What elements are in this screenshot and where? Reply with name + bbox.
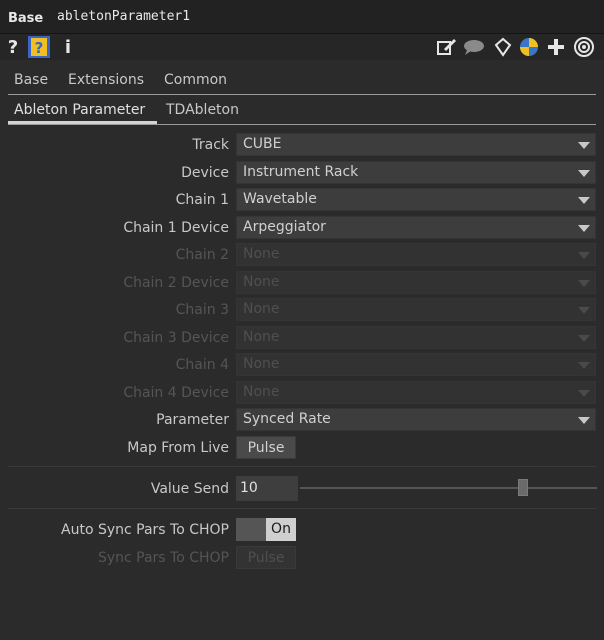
sync-pars-label: Sync Pars To CHOP	[97, 550, 229, 566]
menu-chain-4-device: None	[236, 381, 596, 404]
dropdown-arrow-icon	[578, 335, 590, 342]
info-icon[interactable]: i	[62, 36, 74, 58]
operator-type: Base	[8, 11, 44, 26]
menu-value: CUBE	[243, 136, 282, 152]
dropdown-arrow-icon	[578, 252, 590, 259]
value-send-slider-handle[interactable]	[517, 479, 528, 496]
dropdown-arrow-icon	[578, 390, 590, 397]
separator	[8, 508, 596, 509]
value-send-label: Value Send	[150, 481, 229, 497]
add-icon[interactable]	[546, 36, 566, 58]
title-bar: Base abletonParameter1	[0, 0, 604, 34]
operator-help-icon[interactable]: ?	[28, 36, 50, 58]
param-label-parameter: Parameter	[156, 412, 229, 428]
python-icon[interactable]	[518, 36, 540, 58]
target-icon[interactable]	[572, 36, 596, 58]
value-send-slider-track[interactable]	[300, 487, 597, 489]
tab-common[interactable]: Common	[164, 72, 227, 88]
menu-value: Wavetable	[243, 191, 317, 207]
param-label-device: Device	[181, 165, 229, 181]
dropdown-arrow-icon	[578, 362, 590, 369]
tab-base[interactable]: Base	[14, 72, 48, 88]
tab-ableton-parameter[interactable]: Ableton Parameter	[14, 102, 145, 118]
menu-value: None	[243, 301, 280, 317]
menu-track[interactable]: CUBE	[236, 133, 596, 156]
param-label-chain-1: Chain 1	[175, 192, 229, 208]
menu-chain-4: None	[236, 353, 596, 376]
help-icon[interactable]: ?	[6, 36, 20, 58]
svg-text:?: ?	[35, 39, 44, 57]
menu-value: None	[243, 384, 280, 400]
sync-pars-button: Pulse	[236, 546, 296, 569]
menu-chain-1-device[interactable]: Arpeggiator	[236, 216, 596, 239]
dropdown-arrow-icon	[578, 280, 590, 287]
menu-chain-3-device: None	[236, 326, 596, 349]
operator-name[interactable]: abletonParameter1	[57, 9, 190, 24]
menu-value: Instrument Rack	[243, 164, 359, 180]
toggle-on-segment: On	[266, 518, 296, 541]
comment-icon[interactable]	[462, 36, 486, 58]
page-tabs: Base Extensions Common	[0, 68, 604, 94]
menu-value: Arpeggiator	[243, 219, 326, 235]
tab-tdableton[interactable]: TDAbleton	[166, 102, 239, 118]
dropdown-arrow-icon	[578, 417, 590, 424]
menu-value: None	[243, 329, 280, 345]
toggle-off-segment	[236, 518, 266, 541]
param-label-track: Track	[192, 137, 229, 153]
separator	[8, 466, 596, 467]
tabs-divider	[8, 94, 596, 95]
menu-chain-2-device: None	[236, 271, 596, 294]
menu-value: None	[243, 274, 280, 290]
tab-extensions[interactable]: Extensions	[68, 72, 144, 88]
param-label-chain-4: Chain 4	[175, 357, 229, 373]
icon-bar: ? ? i	[0, 34, 604, 60]
auto-sync-label: Auto Sync Pars To CHOP	[61, 522, 229, 538]
dropdown-arrow-icon	[578, 307, 590, 314]
menu-parameter[interactable]: Synced Rate	[236, 408, 596, 431]
value-send-field[interactable]: 10	[236, 476, 298, 501]
menu-chain-2: None	[236, 243, 596, 266]
menu-chain-3: None	[236, 298, 596, 321]
menu-value: None	[243, 246, 280, 262]
menu-value: Synced Rate	[243, 411, 331, 427]
dropdown-arrow-icon	[578, 197, 590, 204]
menu-device[interactable]: Instrument Rack	[236, 161, 596, 184]
edit-icon[interactable]	[436, 36, 458, 58]
auto-sync-toggle[interactable]: On	[236, 518, 296, 541]
menu-chain-1[interactable]: Wavetable	[236, 188, 596, 211]
param-label-chain-2: Chain 2	[175, 247, 229, 263]
param-label-chain-3-device: Chain 3 Device	[123, 330, 229, 346]
menu-value: None	[243, 356, 280, 372]
dropdown-arrow-icon	[578, 170, 590, 177]
dropdown-arrow-icon	[578, 225, 590, 232]
param-label-chain-1-device: Chain 1 Device	[123, 220, 229, 236]
param-label-chain-2-device: Chain 2 Device	[123, 275, 229, 291]
param-label-chain-3: Chain 3	[175, 302, 229, 318]
map-from-live-label: Map From Live	[127, 440, 229, 456]
param-label-chain-4-device: Chain 4 Device	[123, 385, 229, 401]
map-from-live-button[interactable]: Pulse	[236, 436, 296, 459]
dropdown-arrow-icon	[578, 142, 590, 149]
clone-icon[interactable]	[492, 36, 514, 58]
custom-tabs-divider	[8, 124, 596, 125]
